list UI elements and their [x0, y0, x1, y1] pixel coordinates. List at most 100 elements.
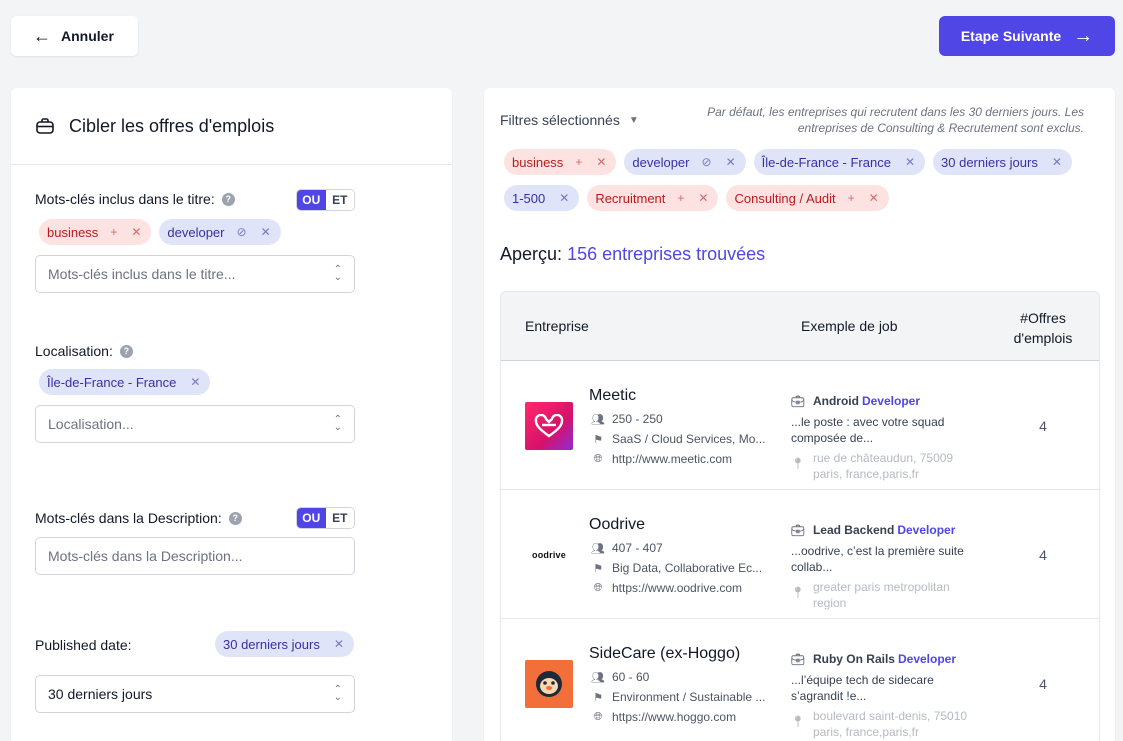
chip-label: 1-500	[512, 190, 546, 206]
job-location: 📍︎ rue de châteaudun, 75009 paris, franc…	[791, 450, 981, 482]
close-icon[interactable]: ✕	[698, 191, 708, 205]
plus-icon[interactable]: +	[848, 191, 855, 205]
close-icon[interactable]: ✕	[261, 225, 271, 239]
close-icon[interactable]: ✕	[559, 191, 569, 205]
company-website-value: http://www.meetic.com	[612, 452, 733, 466]
job-description: ...oodrive, c’est la première suite coll…	[791, 544, 964, 574]
table-row[interactable]: oodrive Oodrive 👥︎ 407 - 407 ⚑ Big Data,…	[501, 490, 1099, 619]
offers-count: 4	[1039, 418, 1047, 434]
description-keywords-label: Mots-clés dans la Description: ?	[35, 510, 242, 526]
close-icon[interactable]: ✕	[726, 155, 736, 169]
job-title[interactable]: 💼︎ Android Developer	[791, 394, 920, 408]
chip-label: 30 derniers jours	[941, 154, 1038, 170]
header-offers-line1: #Offres	[1020, 310, 1066, 326]
offers-count: 4	[1039, 676, 1047, 692]
company-name[interactable]: SideCare (ex-Hoggo)	[589, 645, 740, 663]
published-date-chips: 30 derniers jours ✕	[215, 631, 354, 657]
oodrive-logo-text: oodrive	[532, 550, 566, 560]
close-icon[interactable]: ✕	[1052, 155, 1062, 169]
plus-icon[interactable]: +	[575, 155, 582, 169]
company-website[interactable]: 🌐︎ http://www.meetic.com	[591, 452, 732, 466]
help-icon[interactable]: ?	[119, 344, 133, 358]
company-size: 👥︎ 60 - 60	[591, 670, 649, 684]
location-chips: Île-de-France - France ✕	[39, 369, 211, 395]
filter-chip-size: 1-500 ✕	[504, 185, 580, 211]
globe-icon: 🌐︎	[593, 581, 603, 594]
company-industry: ⚑ SaaS / Cloud Services, Mo...	[591, 432, 765, 446]
description-keywords-input[interactable]: Mots-clés dans la Description...	[35, 537, 355, 575]
cancel-button[interactable]: ← Annuler	[11, 16, 138, 56]
close-icon[interactable]: ✕	[334, 637, 344, 651]
next-step-button[interactable]: Etape Suivante →	[939, 16, 1115, 56]
job-location: 📍︎ boulevard saint-denis, 75010 paris, f…	[791, 708, 981, 740]
title-keywords-chips: business + ✕ developer ⊘ ✕	[39, 219, 281, 245]
header-offers-line2: d'emplois	[1013, 330, 1073, 346]
input-placeholder: Mots-clés dans la Description...	[48, 548, 243, 564]
close-icon[interactable]: ✕	[596, 155, 606, 169]
companies-found-count: 156 entreprises trouvées	[567, 244, 766, 264]
selected-filters-toggle[interactable]: Filtres sélectionnés ▼	[500, 112, 639, 128]
close-icon[interactable]: ✕	[905, 155, 915, 169]
panel-header: Cibler les offres d'emplois	[11, 88, 452, 165]
published-date-label: Published date:	[35, 637, 132, 653]
close-icon[interactable]: ✕	[869, 191, 879, 205]
description-keywords-operator-toggle: OU ET	[296, 507, 355, 529]
ban-icon[interactable]: ⊘	[702, 155, 712, 169]
job-keyword: Developer	[861, 394, 920, 408]
plus-icon[interactable]: +	[110, 225, 117, 239]
job-targeting-panel: Cibler les offres d'emplois Mots-clés in…	[11, 88, 452, 741]
arrow-left-icon: ←	[33, 26, 51, 46]
location-select[interactable]: Localisation... ⌃ ⌄	[35, 405, 355, 443]
ban-icon[interactable]: ⊘	[237, 225, 247, 239]
globe-icon: 🌐︎	[593, 452, 603, 465]
job-keyword: Developer	[897, 523, 956, 537]
company-name[interactable]: Meetic	[589, 387, 636, 405]
table-row[interactable]: SideCare (ex-Hoggo) 👥︎ 60 - 60 ⚑ Environ…	[501, 619, 1099, 741]
arrow-right-icon: →	[1073, 25, 1094, 47]
close-icon[interactable]: ✕	[131, 225, 141, 239]
job-title-text: Lead Backend	[812, 523, 895, 537]
chevron-up-down-icon: ⌃ ⌄	[333, 684, 342, 703]
plus-icon[interactable]: +	[677, 191, 684, 205]
company-website[interactable]: 🌐︎ https://www.hoggo.com	[591, 710, 736, 724]
job-location: 📍︎ greater paris metropolitan region	[791, 579, 981, 611]
close-icon[interactable]: ✕	[190, 375, 200, 389]
briefcase-icon: 💼︎	[791, 524, 805, 537]
job-title-text: Ruby On Rails	[812, 652, 895, 666]
help-icon[interactable]: ?	[228, 511, 242, 525]
keyword-chip-business: business + ✕	[39, 219, 152, 245]
filter-chip-consulting: Consulting / Audit + ✕	[726, 185, 889, 211]
company-name[interactable]: Oodrive	[589, 516, 645, 534]
select-placeholder: Localisation...	[48, 416, 134, 432]
toggle-and-option[interactable]: ET	[325, 190, 354, 210]
globe-icon: 🌐︎	[593, 710, 603, 723]
header-job-example: Exemple de job	[801, 318, 898, 334]
offers-count: 4	[1039, 547, 1047, 563]
toggle-or-option[interactable]: OU	[297, 190, 326, 210]
preview-summary: Aperçu: 156 entreprises trouvées	[500, 244, 765, 265]
chevron-up-down-icon: ⌃ ⌄	[333, 414, 342, 433]
help-icon[interactable]: ?	[221, 192, 235, 206]
preview-label: Aperçu:	[500, 244, 563, 264]
map-pin-icon: 📍︎	[791, 587, 805, 599]
job-location-text: greater paris metropolitan region	[812, 580, 950, 610]
toggle-or-option[interactable]: OU	[297, 508, 326, 528]
preview-panel: Filtres sélectionnés ▼ Par défaut, les e…	[484, 88, 1115, 741]
published-date-select[interactable]: 30 derniers jours ⌃ ⌄	[35, 675, 355, 713]
title-keywords-select[interactable]: Mots-clés inclus dans le titre... ⌃ ⌄	[35, 255, 355, 293]
company-size: 👥︎ 250 - 250	[591, 412, 663, 426]
job-keyword: Developer	[897, 652, 957, 666]
company-size: 👥︎ 407 - 407	[591, 541, 663, 555]
filter-chip-recruitment: Recruitment + ✕	[587, 185, 719, 211]
toggle-and-option[interactable]: ET	[325, 508, 354, 528]
job-title[interactable]: 💼︎ Lead Backend Developer	[791, 523, 955, 537]
header-offers: #Offres d'emplois	[1001, 308, 1085, 348]
cancel-label: Annuler	[61, 28, 114, 44]
company-logo-sidecare	[525, 660, 573, 708]
company-website[interactable]: 🌐︎ https://www.oodrive.com	[591, 581, 742, 595]
briefcase-icon: 💼︎	[791, 653, 805, 666]
select-value: 30 derniers jours	[48, 686, 153, 702]
keyword-chip-developer: developer ⊘ ✕	[159, 219, 281, 245]
table-row[interactable]: Meetic 👥︎ 250 - 250 ⚑ SaaS / Cloud Servi…	[501, 361, 1099, 490]
job-title[interactable]: 💼︎ Ruby On Rails Developer	[791, 652, 956, 666]
